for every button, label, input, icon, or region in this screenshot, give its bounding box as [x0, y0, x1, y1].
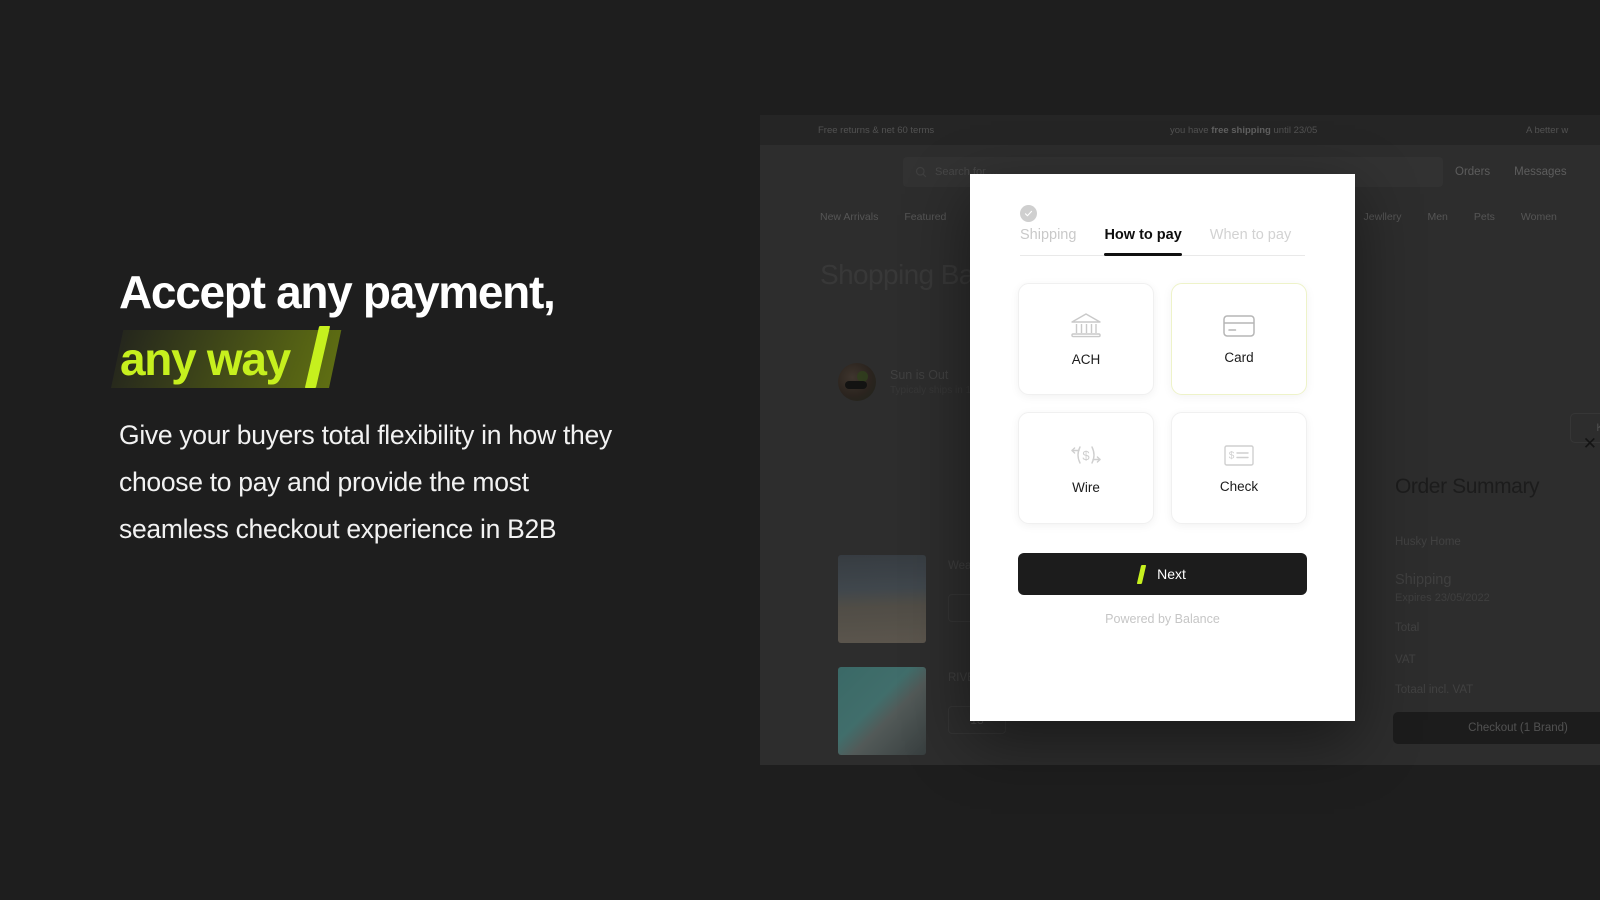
- payment-method-check-label: Check: [1219, 478, 1259, 494]
- payment-method-grid: ACH Card $ Wire $ Check: [1018, 283, 1307, 524]
- tab-when-to-pay-label: When to pay: [1209, 227, 1292, 243]
- check-document-icon: $: [1224, 444, 1254, 466]
- next-button-label: Next: [1157, 566, 1186, 582]
- tab-how-to-pay[interactable]: How to pay: [1104, 227, 1183, 256]
- hero-copy: Accept any payment, any way Give your bu…: [111, 266, 699, 553]
- svg-text:$: $: [1082, 448, 1090, 463]
- hero-headline: Accept any payment, any way: [111, 266, 699, 390]
- payment-method-check[interactable]: $ Check: [1171, 412, 1307, 524]
- payment-method-ach-label: ACH: [1071, 352, 1101, 367]
- powered-by-label: Powered by Balance: [1105, 612, 1220, 626]
- tab-how-to-pay-label: How to pay: [1104, 227, 1182, 243]
- accent-slash-icon: [1136, 564, 1147, 584]
- svg-text:$: $: [1229, 450, 1235, 461]
- tab-when-to-pay[interactable]: When to pay: [1210, 227, 1291, 255]
- check-circle-icon: [1020, 205, 1037, 222]
- payment-method-ach[interactable]: ACH: [1018, 283, 1154, 395]
- payment-method-card[interactable]: Card: [1171, 283, 1307, 395]
- tab-shipping-label: Shipping: [1020, 227, 1077, 243]
- hero-body-text: Give your buyers total flexibility in ho…: [119, 419, 612, 544]
- page-root: Accept any payment, any way Give your bu…: [0, 0, 1600, 900]
- checkout-modal: Shipping How to pay When to pay ACH Card…: [970, 174, 1355, 721]
- payment-method-card-label: Card: [1224, 350, 1254, 365]
- wire-transfer-icon: $: [1071, 446, 1101, 464]
- payment-method-wire[interactable]: $ Wire: [1018, 412, 1154, 524]
- next-button[interactable]: Next: [1018, 553, 1307, 595]
- checkout-step-tabs: Shipping How to pay When to pay: [1020, 174, 1305, 256]
- headline-line-1: Accept any payment,: [119, 266, 556, 318]
- bank-icon: [1071, 313, 1101, 338]
- tab-shipping[interactable]: Shipping: [1020, 205, 1077, 255]
- payment-method-wire-label: Wire: [1072, 480, 1100, 495]
- headline-line-2: any way: [120, 332, 291, 385]
- credit-card-icon: [1223, 315, 1255, 337]
- headline-highlight-wrap: any way: [111, 325, 369, 390]
